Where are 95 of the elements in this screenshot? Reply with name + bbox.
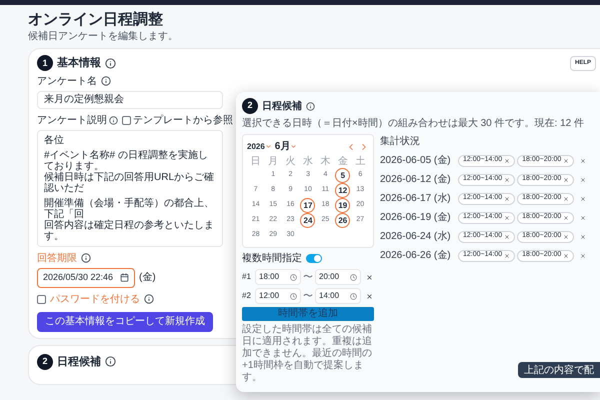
- close-icon[interactable]: [580, 196, 586, 202]
- info-text: 選択できる日時（＝日付×時間）の組み合わせは最大 30 件です。現在: 12 件: [242, 116, 585, 131]
- weekday-label: 水: [302, 156, 314, 168]
- weekday-label: 木: [319, 156, 332, 168]
- description-line: #イベント名称# の日程調整を実施しております。: [44, 150, 209, 172]
- survey-name-input[interactable]: 来月の定例懇親会: [37, 90, 223, 108]
- clock-icon: [350, 292, 357, 300]
- calendar-day[interactable]: 5: [335, 168, 350, 183]
- close-icon[interactable]: [504, 234, 510, 240]
- range-separator: 〜: [303, 270, 313, 284]
- close-icon[interactable]: [580, 252, 586, 258]
- chevron-down-icon: [264, 143, 272, 150]
- checkbox-label[interactable]: テンプレートから参照: [133, 112, 233, 128]
- summary-title: 集計状況: [380, 134, 421, 149]
- info-icon: [105, 58, 116, 69]
- info-icon: [109, 116, 118, 124]
- close-icon[interactable]: [563, 234, 570, 240]
- template-checkbox[interactable]: [122, 116, 131, 124]
- candidate-date: 2026-06-05 (金): [380, 154, 452, 168]
- candidate-date: 2026-06-24 (水): [380, 230, 452, 244]
- chevron-down-icon: [290, 143, 298, 150]
- calendar-day[interactable]: 19: [335, 198, 350, 213]
- page-title: オンライン日程調整: [28, 11, 164, 29]
- clock-icon: [290, 274, 297, 280]
- weekday-label: 火: [284, 156, 297, 168]
- range-separator: 〜: [303, 290, 313, 304]
- checkbox-label[interactable]: パスワードを付ける: [50, 292, 140, 306]
- description-line: 各位: [44, 134, 65, 146]
- end-time-input[interactable]: 20:00: [315, 269, 361, 285]
- weekday-label: 日: [250, 156, 262, 168]
- add-time-button[interactable]: 時間帯を追加: [242, 307, 374, 321]
- close-icon[interactable]: [580, 214, 586, 220]
- month-select[interactable]: 6月: [274, 139, 298, 154]
- info-icon: [101, 76, 111, 86]
- row-index: #2: [242, 290, 252, 302]
- section-title: 基本情報: [57, 56, 101, 71]
- close-icon[interactable]: [504, 214, 510, 220]
- clock-icon: [290, 292, 297, 300]
- calendar-day[interactable]: 12: [335, 183, 350, 198]
- distribute-button[interactable]: 上記の内容で配: [518, 362, 600, 378]
- close-icon[interactable]: [563, 252, 570, 258]
- deadline-label: 回答期限: [37, 252, 77, 266]
- copy-button[interactable]: この基本情報をコピーして新規作成: [37, 312, 213, 332]
- year-select[interactable]: 2026: [247, 140, 272, 152]
- close-icon[interactable]: [366, 292, 373, 300]
- description-line: 開催準備（会場・手配等）の都合上、下記「回: [44, 198, 215, 220]
- clock-icon: [350, 274, 357, 280]
- step-number: 2: [242, 98, 258, 114]
- info-icon: [105, 356, 116, 368]
- close-icon[interactable]: [563, 214, 570, 220]
- toggle-label: 複数時間指定: [242, 252, 302, 266]
- row-index: #1: [242, 271, 252, 283]
- deadline-input[interactable]: 2026/05/30 22:46: [37, 268, 135, 288]
- candidate-date: 2026-06-12 (金): [380, 173, 452, 187]
- candidate-date: 2026-06-26 (金): [380, 249, 452, 263]
- weekday-label: 月: [267, 156, 280, 168]
- close-icon[interactable]: [504, 158, 510, 164]
- field-label: アンケート名: [37, 74, 97, 88]
- start-time-input[interactable]: 18:00: [255, 269, 301, 285]
- password-checkbox[interactable]: [37, 294, 46, 304]
- step-number: 1: [37, 55, 53, 72]
- close-icon[interactable]: [580, 234, 586, 240]
- description-line: 候補日時は下記の回答用URLからご確認いただ: [44, 172, 216, 194]
- close-icon[interactable]: [580, 158, 586, 164]
- weekday-text: (金): [139, 271, 156, 285]
- description-textarea[interactable]: 各位 #イベント名称# の日程調整を実施しております。 候補日時は下記の回答用URLからご確認いただ 開催準備（会場・手配等）の都合上、下記「回 回答内容は確定日程の参考といたします。: [37, 130, 223, 246]
- step-number: 2: [37, 354, 53, 370]
- section-title: 日程候補: [57, 354, 101, 370]
- close-icon[interactable]: [504, 176, 510, 182]
- close-icon[interactable]: [563, 158, 570, 164]
- popup-title: 日程候補: [262, 100, 302, 114]
- calendar-day[interactable]: 17: [300, 198, 316, 213]
- close-icon[interactable]: [563, 176, 570, 182]
- weekday-label: 土: [354, 156, 366, 168]
- close-icon[interactable]: [504, 252, 510, 258]
- calendar-icon: [120, 273, 129, 282]
- calendar-day[interactable]: 24: [300, 213, 316, 228]
- close-icon[interactable]: [580, 176, 586, 182]
- note-text: 設定した時間帯は全ての候補日に適用されます。重複は追加できません。最近の時間の+1時間枠を自動で提案します。: [242, 324, 373, 384]
- close-icon[interactable]: [504, 196, 510, 202]
- info-icon: [81, 253, 91, 263]
- field-label: アンケート説明: [37, 114, 107, 128]
- close-icon[interactable]: [563, 196, 570, 202]
- multi-time-toggle[interactable]: [306, 254, 322, 263]
- close-icon[interactable]: [366, 274, 373, 280]
- info-icon: [144, 294, 154, 304]
- weekday-label: 金: [336, 156, 349, 168]
- start-time-input[interactable]: 12:00: [255, 288, 301, 304]
- candidate-date: 2026-06-17 (水): [380, 192, 452, 206]
- calendar-day[interactable]: 26: [335, 213, 350, 228]
- end-time-input[interactable]: 14:00: [315, 288, 361, 304]
- info-icon: [306, 102, 315, 110]
- candidate-date: 2026-06-19 (金): [380, 211, 452, 225]
- page-subtitle: 候補日アンケートを編集します。: [28, 31, 179, 43]
- description-line: 回答内容は確定日程の参考といたします。: [44, 220, 215, 242]
